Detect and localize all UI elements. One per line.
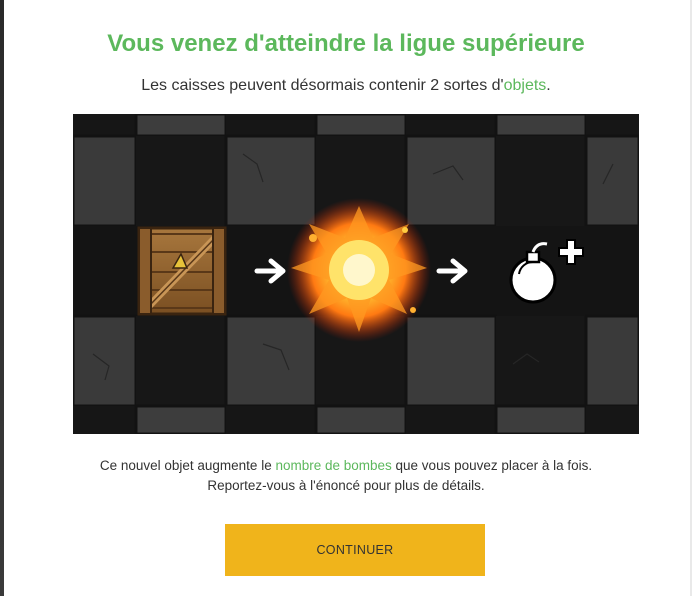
subtitle: Les caisses peuvent désormais contenir 2…	[0, 77, 692, 95]
subtitle-text: Les caisses peuvent désormais contenir 2…	[141, 77, 504, 94]
description-line-1: Ce nouvel objet augmente le nombre de bo…	[0, 456, 692, 476]
description-line-2: Reportez-vous à l'énoncé pour plus de dé…	[207, 478, 485, 493]
description-text: Ce nouvel objet augmente le	[99, 458, 276, 473]
continue-button[interactable]: CONTINUER	[225, 524, 485, 576]
description: Ce nouvel objet augmente le nombre de bo…	[0, 456, 692, 496]
bomb-plus-icon	[497, 226, 585, 316]
league-illustration	[73, 114, 639, 434]
objects-link[interactable]: objets	[504, 77, 547, 94]
page-title: Vous venez d'atteindre la ligue supérieu…	[107, 30, 585, 57]
crate-icon	[137, 226, 227, 316]
description-text-end: que vous pouvez placer à la fois.	[391, 458, 593, 473]
bomb-count-link[interactable]: nombre de bombes	[275, 458, 391, 473]
explosion-icon	[287, 198, 431, 342]
subtitle-period: .	[546, 77, 551, 94]
